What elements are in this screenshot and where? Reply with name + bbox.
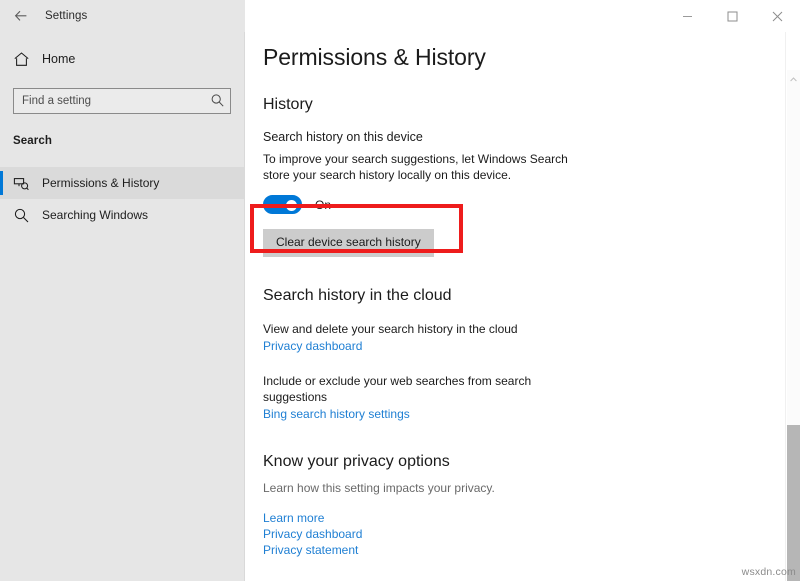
search-history-toggle-row: On bbox=[263, 195, 766, 214]
search-box[interactable] bbox=[13, 88, 231, 114]
cloud-description-2: Include or exclude your web searches fro… bbox=[263, 373, 593, 405]
close-icon bbox=[772, 11, 783, 22]
maximize-button[interactable] bbox=[710, 0, 755, 32]
title-bar: Settings bbox=[0, 0, 800, 32]
content-scrollbar[interactable] bbox=[785, 32, 800, 581]
toggle-knob bbox=[286, 200, 297, 211]
magnifier-icon bbox=[13, 207, 35, 224]
scroll-up-button[interactable] bbox=[786, 70, 800, 85]
watermark: wsxdn.com bbox=[742, 566, 796, 578]
toggle-state-label: On bbox=[315, 198, 331, 212]
window-controls bbox=[665, 0, 800, 32]
privacy-description: Learn how this setting impacts your priv… bbox=[263, 480, 593, 496]
page-title: Permissions & History bbox=[263, 44, 766, 71]
back-button[interactable] bbox=[0, 0, 42, 32]
close-button[interactable] bbox=[755, 0, 800, 32]
setting-title-search-history-device: Search history on this device bbox=[263, 130, 766, 144]
setting-description: To improve your search suggestions, let … bbox=[263, 151, 593, 183]
minimize-icon bbox=[682, 11, 693, 22]
home-icon bbox=[13, 51, 35, 68]
settings-window: Settings bbox=[0, 0, 800, 581]
title-bar-left: Settings bbox=[0, 0, 245, 32]
content-inner: Permissions & History History Search his… bbox=[246, 32, 766, 581]
search-history-toggle[interactable] bbox=[263, 195, 302, 214]
maximize-icon bbox=[727, 11, 738, 22]
section-heading-privacy: Know your privacy options bbox=[263, 453, 766, 471]
sidebar: Home Search bbox=[0, 32, 245, 581]
selection-indicator bbox=[0, 171, 3, 195]
link-privacy-statement[interactable]: Privacy statement bbox=[263, 542, 766, 558]
search-input[interactable] bbox=[13, 88, 231, 114]
link-bing-search-history-settings[interactable]: Bing search history settings bbox=[263, 406, 410, 422]
clear-device-search-history-button[interactable]: Clear device search history bbox=[263, 229, 434, 257]
sidebar-section-label: Search bbox=[13, 135, 244, 147]
privacy-links: Learn more Privacy dashboard Privacy sta… bbox=[263, 510, 766, 558]
content-pane: Permissions & History History Search his… bbox=[246, 32, 800, 581]
scrollbar-track[interactable] bbox=[787, 70, 800, 425]
app-title: Settings bbox=[45, 10, 87, 22]
link-learn-more[interactable]: Learn more bbox=[263, 510, 766, 526]
sidebar-item-label: Searching Windows bbox=[42, 208, 148, 222]
sidebar-item-home[interactable]: Home bbox=[0, 44, 244, 74]
permissions-history-icon bbox=[13, 175, 35, 192]
cloud-description-1: View and delete your search history in t… bbox=[263, 321, 593, 337]
back-arrow-icon bbox=[13, 8, 29, 24]
section-heading-history: History bbox=[263, 96, 766, 114]
home-label: Home bbox=[42, 52, 75, 66]
minimize-button[interactable] bbox=[665, 0, 710, 32]
link-privacy-dashboard-cloud[interactable]: Privacy dashboard bbox=[263, 338, 362, 354]
sidebar-nav: Permissions & History Searching Windows bbox=[0, 167, 244, 231]
section-heading-cloud: Search history in the cloud bbox=[263, 287, 766, 305]
scrollbar-thumb[interactable] bbox=[787, 425, 800, 581]
sidebar-item-searching-windows[interactable]: Searching Windows bbox=[0, 199, 244, 231]
link-privacy-dashboard[interactable]: Privacy dashboard bbox=[263, 526, 766, 542]
sidebar-item-label: Permissions & History bbox=[42, 176, 159, 190]
chevron-up-icon bbox=[790, 69, 797, 87]
sidebar-item-permissions-history[interactable]: Permissions & History bbox=[0, 167, 244, 199]
